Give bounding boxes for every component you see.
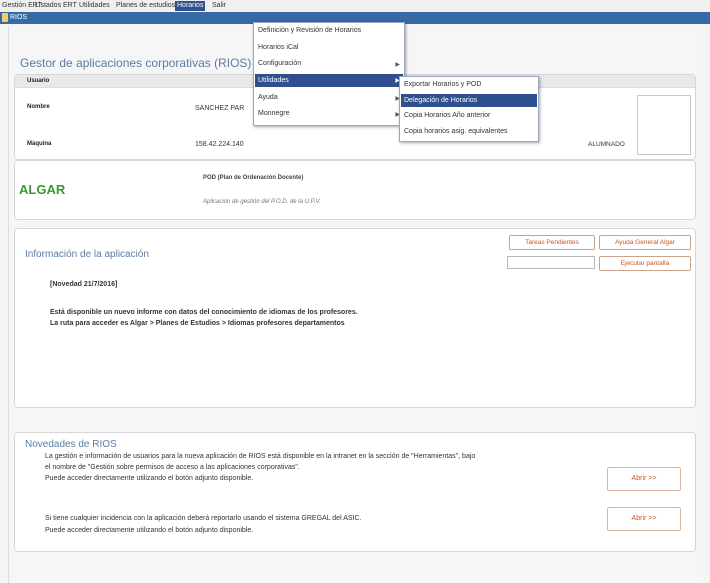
menu-item-utilidades[interactable]: Utilidades (255, 74, 403, 87)
rios-news-title: Novedades de RIOS (25, 439, 117, 450)
horarios-menu: Definición y Revisión de Horarios Horari… (253, 22, 405, 126)
name-label: Nombre (27, 104, 50, 110)
user-header: Usuario (27, 78, 50, 84)
submenu-item-delegacion[interactable]: Delegación de Horarios (401, 94, 537, 107)
submenu-item-copia-anterior[interactable]: Copia Horarios Año anterior (404, 112, 490, 119)
info-line-1: Está disponible un nuevo informe con dat… (50, 309, 358, 316)
screen-input[interactable] (507, 256, 595, 269)
rios-news-p1-line2: el nombre de "Gestión sobre permisos de … (45, 464, 300, 471)
rios-news-p2-line1: Si tiene cualquier incidencia con la apl… (45, 515, 362, 522)
submenu-item-exportar[interactable]: Exportar Horarios y POD (404, 81, 481, 88)
rios-news-p1-line3: Puede acceder directamente utilizando el… (45, 475, 254, 482)
menu-item-ayuda[interactable]: Ayuda (258, 94, 278, 101)
menu-horarios[interactable]: Horarios (175, 1, 206, 11)
menu-planes-de-estudios[interactable]: Planes de estudios (116, 2, 175, 9)
menu-item-monnegre[interactable]: Monnegre (258, 110, 290, 117)
machine-value: 158.42.224.140 (195, 141, 244, 148)
name-value: SANCHEZ PAR (195, 105, 245, 112)
info-panel: Información de la aplicación Tareas Pend… (14, 228, 696, 408)
menu-listados-ert[interactable]: Listados ERT (35, 2, 77, 9)
algar-logo: ALGAR (19, 182, 66, 197)
rios-news-p2-line2: Puede acceder directamente utilizando el… (45, 527, 254, 534)
page-title: Gestor de aplicaciones corporativas (RIO… (20, 56, 252, 70)
role-value: ALUMNADO (588, 141, 625, 148)
window-title: RIOS (10, 14, 28, 21)
menu-item-configuracion[interactable]: Configuración (258, 60, 301, 67)
open-permissions-button[interactable]: Abrir >> (607, 467, 681, 491)
rios-news-panel: Novedades de RIOS La gestión e informaci… (14, 432, 696, 552)
utilidades-submenu: Exportar Horarios y POD Delegación de Ho… (399, 76, 539, 142)
algar-panel: ALGAR POD (Plan de Ordenación Docente) A… (14, 160, 696, 220)
submenu-item-copia-equivalentes[interactable]: Copia horarios asig. equivalentes (404, 128, 508, 135)
open-gregal-button[interactable]: Abrir >> (607, 507, 681, 531)
app-logo-icon (2, 13, 8, 22)
user-photo (637, 95, 691, 155)
info-title: Información de la aplicación (25, 249, 149, 260)
rios-news-p1-line1: La gestión e información de usuarios par… (45, 453, 476, 460)
algar-help-button[interactable]: Ayuda General Algar (599, 235, 691, 250)
machine-label: Máquina (27, 141, 52, 147)
info-line-2: La ruta para acceder es Algar > Planes d… (50, 320, 345, 327)
news-date: [Novedad 21/7/2016] (50, 281, 118, 288)
menu-salir[interactable]: Salir (212, 2, 226, 9)
menu-bar: Gestión ERT Listados ERT Utilidades Plan… (0, 0, 710, 12)
chevron-right-icon: ▶ (395, 62, 400, 68)
menu-item-definicion-horarios[interactable]: Definición y Revisión de Horarios (258, 27, 361, 34)
menu-utilidades[interactable]: Utilidades (79, 2, 110, 9)
pending-tasks-button[interactable]: Tareas Pendientes (509, 235, 595, 250)
menu-item-horarios-ical[interactable]: Horarios iCal (258, 44, 298, 51)
run-screen-button[interactable]: Ejecutar pantalla (599, 256, 691, 271)
algar-subtitle: Aplicación de gestión del P.O.D. de la U… (203, 199, 321, 205)
algar-title: POD (Plan de Ordenación Docente) (203, 175, 304, 181)
